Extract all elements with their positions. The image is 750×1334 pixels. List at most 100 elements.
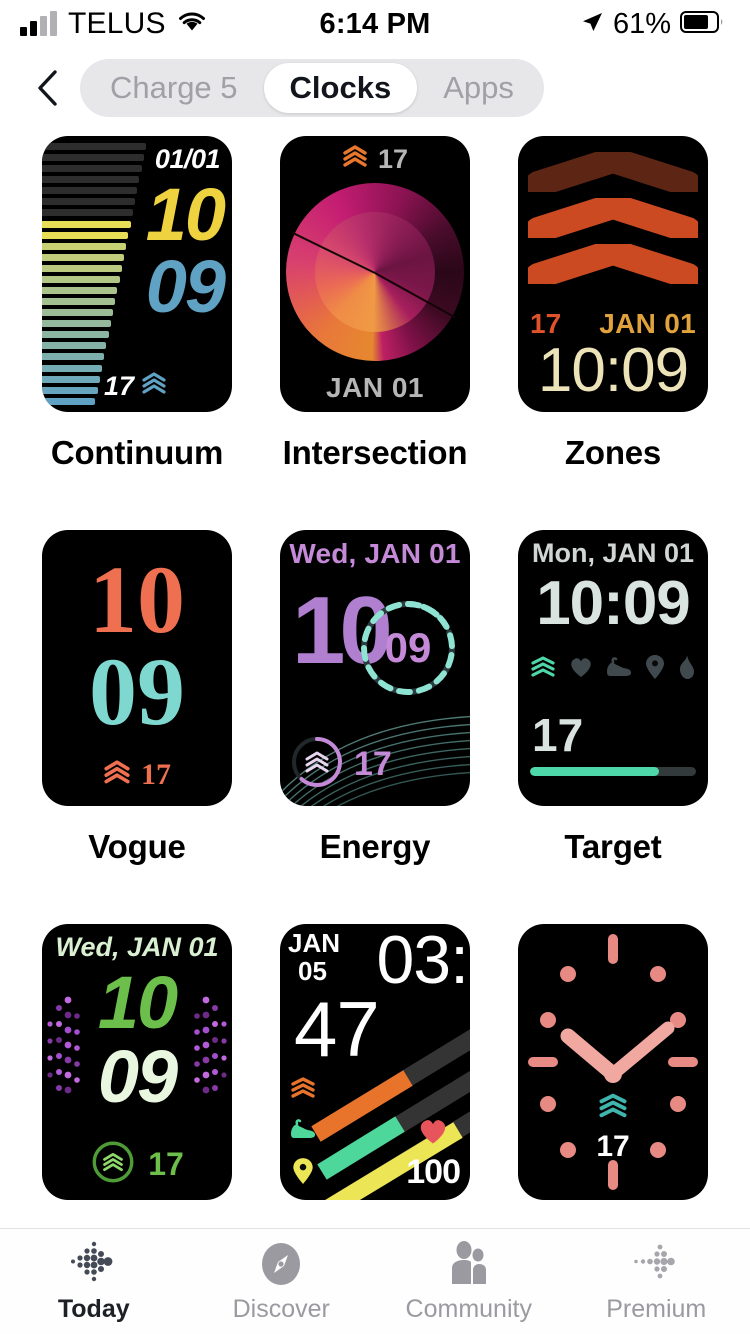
clock-face-card-zones[interactable]: 17 JAN 01 10:09 Zones bbox=[518, 136, 708, 530]
tab-apps[interactable]: Apps bbox=[417, 63, 540, 113]
face-time: 10:09 bbox=[518, 568, 708, 639]
chevron-left-icon bbox=[36, 69, 58, 107]
clock-face-card-slant[interactable]: JAN 05 03: 47 bbox=[280, 924, 470, 1228]
premium-dots-icon bbox=[630, 1240, 682, 1288]
segmented-control[interactable]: Charge 5 Clocks Apps bbox=[80, 59, 544, 117]
face-heart-rate: 100 bbox=[406, 1116, 460, 1192]
face-stat: 17 bbox=[280, 144, 470, 175]
active-zone-minutes-icon bbox=[290, 1075, 316, 1106]
clock-face-preview-vogue[interactable]: 10 09 17 bbox=[42, 530, 232, 806]
face-stat-value: 17 bbox=[104, 371, 134, 402]
face-date-month: JAN bbox=[288, 930, 340, 956]
clock-face-preview-target[interactable]: Mon, JAN 01 10:09 bbox=[518, 530, 708, 806]
clock-face-preview-energy[interactable]: Wed, JAN 01 10 bbox=[280, 530, 470, 806]
face-stat-value: 17 bbox=[148, 1146, 184, 1183]
shoe-icon bbox=[605, 656, 633, 683]
clock-face-preview-slant[interactable]: JAN 05 03: 47 bbox=[280, 924, 470, 1200]
clock-face-card-target[interactable]: Mon, JAN 01 10:09 bbox=[518, 530, 708, 924]
tab-community-label: Community bbox=[406, 1295, 532, 1324]
clock-face-name-energy: Energy bbox=[320, 828, 431, 866]
battery-icon bbox=[680, 11, 724, 38]
clock-face-grid: 01/01 10 09 17 Continuum bbox=[0, 128, 750, 1228]
activity-ring-icon bbox=[90, 1139, 136, 1190]
face-stat: 17 bbox=[518, 1091, 708, 1164]
status-bar: TELUS 6:14 PM 61% bbox=[0, 0, 750, 48]
heart-icon bbox=[568, 655, 594, 684]
clock-face-card-vogue[interactable]: 10 09 17 Vogue bbox=[42, 530, 232, 924]
clock-face-card-energy[interactable]: Wed, JAN 01 10 bbox=[280, 530, 470, 924]
face-hours: 10 bbox=[42, 968, 232, 1038]
clock-face-name-intersection: Intersection bbox=[283, 434, 468, 472]
face-stat-value: 17 bbox=[596, 1130, 629, 1164]
clock-face-card-intersection[interactable]: 17 JAN 01 Intersection bbox=[280, 136, 470, 530]
bottom-tab-bar: Today Discover Community Premium bbox=[0, 1228, 750, 1334]
face-progress-fill bbox=[530, 767, 659, 776]
face-stat-value: 17 bbox=[354, 745, 392, 784]
clock-face-grid-container[interactable]: 01/01 10 09 17 Continuum bbox=[0, 128, 750, 1228]
tab-discover[interactable]: Discover bbox=[188, 1229, 376, 1334]
clock-face-name-vogue: Vogue bbox=[88, 828, 185, 866]
face-time: 10:09 bbox=[518, 335, 708, 406]
tab-discover-label: Discover bbox=[233, 1295, 330, 1324]
clock-face-name-target: Target bbox=[564, 828, 661, 866]
face-hours: 10 bbox=[42, 556, 232, 644]
face-heart-rate-value: 100 bbox=[406, 1153, 460, 1192]
tab-today[interactable]: Today bbox=[0, 1229, 188, 1334]
face-minutes: 09 bbox=[42, 648, 232, 736]
location-pin-icon bbox=[645, 654, 665, 685]
clock-face-card-pulse[interactable]: Wed, JAN 01 10 09 bbox=[42, 924, 232, 1228]
chevron-band-icon-2 bbox=[528, 198, 698, 238]
face-stat: 17 bbox=[42, 758, 232, 792]
chevron-band-icon-1 bbox=[528, 152, 698, 192]
compass-icon bbox=[259, 1240, 303, 1288]
tab-premium-label: Premium bbox=[606, 1295, 706, 1324]
face-stat: 17 bbox=[42, 1139, 232, 1190]
face-minutes: 09 bbox=[358, 598, 458, 698]
clock-face-card-analog[interactable]: 17 bbox=[518, 924, 708, 1228]
face-date: 01/01 bbox=[155, 144, 220, 175]
face-hours: 03: bbox=[376, 926, 468, 994]
tab-charge-5[interactable]: Charge 5 bbox=[84, 63, 264, 113]
shoe-icon bbox=[288, 1118, 318, 1145]
face-minutes: 09 bbox=[42, 1042, 232, 1112]
face-stat: 17 bbox=[104, 371, 167, 402]
face-date: JAN 01 bbox=[280, 372, 470, 404]
face-minutes: 09 bbox=[146, 252, 224, 322]
fitbit-dots-icon bbox=[68, 1240, 120, 1288]
face-metric-icons bbox=[288, 1075, 318, 1190]
tab-premium[interactable]: Premium bbox=[563, 1229, 750, 1334]
active-zone-minutes-icon bbox=[342, 144, 368, 175]
clock-face-name-zones: Zones bbox=[565, 434, 661, 472]
clock-face-card-continuum[interactable]: 01/01 10 09 17 Continuum bbox=[42, 136, 232, 530]
tab-clocks[interactable]: Clocks bbox=[264, 63, 418, 113]
face-stat: 17 bbox=[290, 735, 392, 794]
battery-percent-label: 61% bbox=[613, 8, 671, 41]
active-zone-minutes-icon bbox=[141, 371, 167, 402]
clock-face-preview-pulse[interactable]: Wed, JAN 01 10 09 bbox=[42, 924, 232, 1200]
face-date-day: 05 bbox=[298, 958, 327, 984]
chevron-band-icon-3 bbox=[528, 244, 698, 284]
status-bar-right: 61% bbox=[580, 8, 724, 41]
clock-face-preview-continuum[interactable]: 01/01 10 09 17 bbox=[42, 136, 232, 412]
heart-icon bbox=[416, 1116, 450, 1151]
back-button[interactable] bbox=[20, 58, 74, 118]
tab-community[interactable]: Community bbox=[375, 1229, 563, 1334]
clock-face-preview-zones[interactable]: 17 JAN 01 10:09 bbox=[518, 136, 708, 412]
face-hours: 10 bbox=[146, 180, 224, 250]
flame-icon bbox=[676, 654, 696, 685]
clock-face-preview-intersection[interactable]: 17 JAN 01 bbox=[280, 136, 470, 412]
face-date: Wed, JAN 01 bbox=[42, 932, 232, 963]
face-date: Mon, JAN 01 bbox=[518, 538, 708, 569]
face-date: Wed, JAN 01 bbox=[280, 538, 470, 570]
tab-today-label: Today bbox=[58, 1295, 130, 1324]
location-pin-icon bbox=[292, 1157, 314, 1190]
face-stat-value: 17 bbox=[378, 144, 408, 175]
clock-face-preview-analog[interactable]: 17 bbox=[518, 924, 708, 1200]
activity-ring-icon bbox=[290, 735, 344, 794]
face-stat-value: 17 bbox=[141, 758, 171, 792]
people-icon bbox=[445, 1240, 493, 1288]
active-zone-minutes-icon bbox=[598, 1091, 628, 1126]
active-zone-minutes-icon bbox=[103, 759, 131, 792]
location-arrow-icon bbox=[580, 10, 604, 39]
face-metric-icons bbox=[530, 654, 696, 685]
